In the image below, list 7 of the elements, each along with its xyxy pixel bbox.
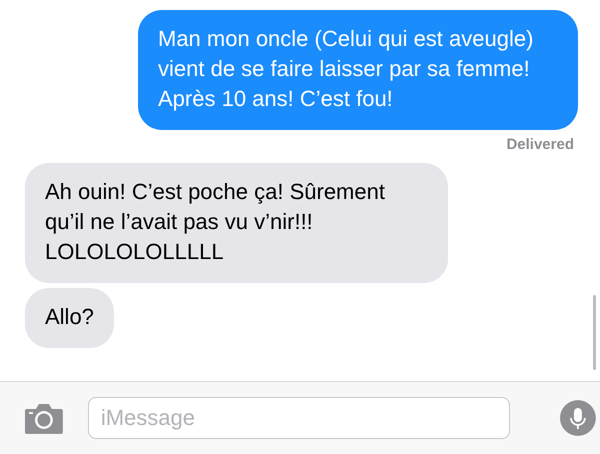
message-input-field[interactable]: iMessage <box>88 397 510 439</box>
delivery-status: Delivered <box>506 136 574 153</box>
sent-message-bubble: Man mon oncle (Celui qui est aveugle) vient de se faire laisser par sa femme! Après 10 ans! C’est fou! <box>138 10 578 130</box>
received-message-bubble: Ah ouin! C’est poche ça! Sûrement qu’il ne l’avait pas vu v’nir!!! LOLOLOLOLLLLL <box>25 163 448 283</box>
received-message-bubble: Allo? <box>25 288 114 348</box>
microphone-icon[interactable] <box>560 400 596 436</box>
camera-icon[interactable] <box>24 401 64 435</box>
